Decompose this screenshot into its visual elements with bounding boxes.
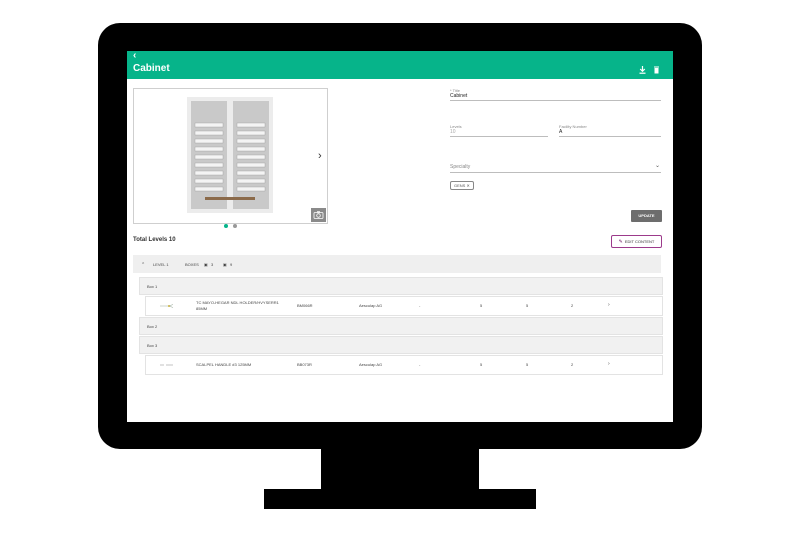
monitor-stand-base xyxy=(264,489,536,509)
box-row[interactable]: Box 2 xyxy=(139,317,663,335)
chevron-right-icon[interactable]: › xyxy=(608,361,610,367)
page-title: Cabinet xyxy=(133,63,170,74)
total-levels: Total Levels 10 xyxy=(133,237,176,243)
close-icon[interactable]: ✕ xyxy=(466,183,469,188)
download-icon[interactable] xyxy=(639,66,646,74)
facility-number-value: A xyxy=(559,129,563,135)
camera-button[interactable] xyxy=(311,208,326,222)
chevron-right-icon[interactable]: › xyxy=(318,150,322,162)
gallery-dots xyxy=(224,215,242,233)
camera-icon xyxy=(313,211,324,219)
instrument-thumbnail xyxy=(160,364,173,366)
item-count: 9 xyxy=(230,262,233,267)
gallery-dot-2[interactable] xyxy=(233,224,237,228)
level-name: LEVEL 1 xyxy=(153,262,169,267)
chevron-up-icon[interactable]: ⌃ xyxy=(141,262,145,268)
cabinet-photo xyxy=(187,97,273,213)
levels-value: 10 xyxy=(450,129,456,135)
specialty-chip[interactable]: GENS ✕ xyxy=(450,181,474,190)
instrument-thumbnail xyxy=(160,304,174,308)
table-row[interactable]: TC MAYO-HEGAR NDL HOLDER/HVYSERR1 85MM B… xyxy=(145,296,663,316)
edit-content-button[interactable]: ✎ EDIT CONTENT xyxy=(611,235,662,248)
item-count-icon: ▣ xyxy=(223,262,227,267)
pencil-icon: ✎ xyxy=(618,239,623,245)
title-field[interactable]: * Title Cabinet xyxy=(450,88,661,101)
update-button[interactable]: UPDATE xyxy=(631,210,662,222)
specialty-select[interactable]: Specialty ⌄ xyxy=(450,159,661,173)
box-row[interactable]: Box 3 xyxy=(139,336,663,354)
app-header: ‹ Cabinet xyxy=(127,51,673,79)
back-arrow-icon[interactable]: ‹ xyxy=(133,51,136,61)
chevron-down-icon: ⌄ xyxy=(654,163,660,169)
box-count-icon: ▣ xyxy=(204,262,208,267)
levels-field[interactable]: Levels 10 xyxy=(450,124,548,137)
title-value: Cabinet xyxy=(450,93,468,99)
gallery-dot-1[interactable] xyxy=(224,224,228,228)
box-count: 3 xyxy=(211,262,214,267)
chevron-right-icon[interactable]: › xyxy=(608,302,610,308)
app-screen: ‹ Cabinet › * Title Cabinet Levels 10 Fa… xyxy=(127,51,673,422)
monitor-stand-neck xyxy=(321,448,479,491)
facility-number-field[interactable]: Facility Number A xyxy=(559,124,661,137)
box-row[interactable]: Box 1 xyxy=(139,277,663,295)
trash-icon[interactable] xyxy=(653,66,660,74)
image-gallery: › xyxy=(133,88,328,228)
boxes-label: BOXES xyxy=(185,262,199,267)
table-row[interactable]: SCALPEL HANDLE #3 125MM BB073R Aesculap … xyxy=(145,355,663,375)
level-row[interactable]: ⌃ LEVEL 1 BOXES ▣ 3 ▣ 9 xyxy=(133,255,661,273)
